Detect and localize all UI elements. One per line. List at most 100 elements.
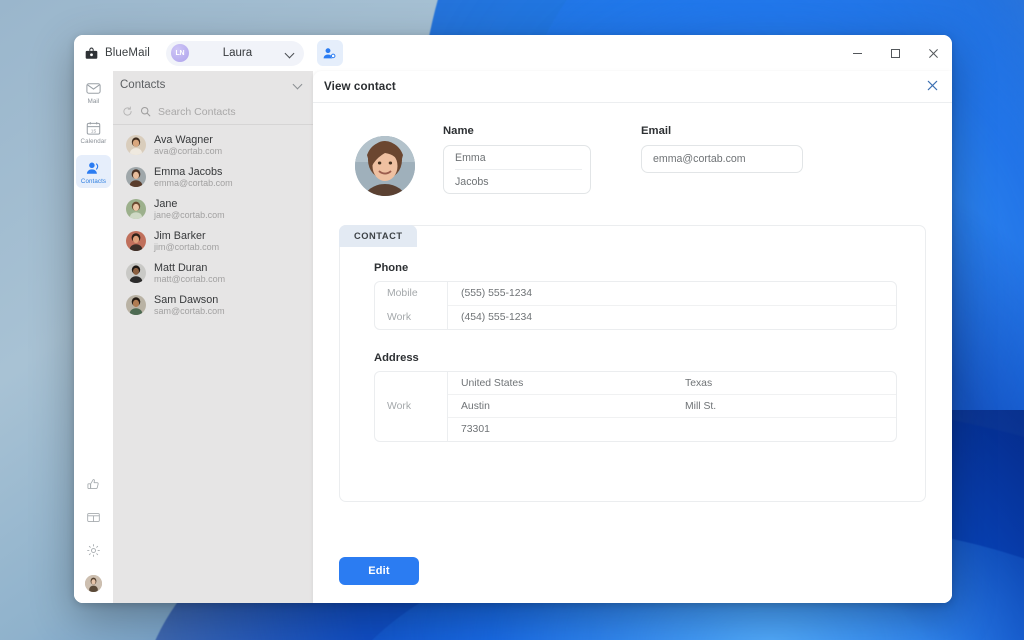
search-input[interactable]: Search Contacts — [158, 106, 236, 118]
list-item-meta: Sam Dawson sam@cortab.com — [154, 294, 225, 317]
address-state[interactable]: Texas — [672, 372, 896, 395]
name-label: Name — [443, 125, 591, 137]
contacts-icon — [85, 160, 102, 177]
rail-thumbs-up-button[interactable] — [76, 471, 111, 497]
contact-name: Jim Barker — [154, 230, 219, 242]
contact-name: Emma Jacobs — [154, 166, 233, 178]
view-contact-body: Name Emma Jacobs Email emma@cortab.com — [313, 103, 952, 539]
gear-icon — [86, 543, 101, 558]
edit-button[interactable]: Edit — [339, 557, 419, 585]
maximize-button[interactable] — [876, 35, 914, 71]
phone-table: Mobile (555) 555-1234 Work (454) 555-123… — [374, 281, 897, 330]
avatar — [126, 263, 146, 283]
contact-details-card: CONTACT Phone Mobile (555) 555-1234 Wo — [339, 225, 926, 502]
rail-news-button[interactable] — [76, 504, 111, 530]
last-name-field[interactable]: Jacobs — [444, 170, 590, 193]
address-city[interactable]: Austin — [448, 395, 672, 418]
view-contact-header: View contact — [313, 71, 952, 103]
contacts-search-row[interactable]: Search Contacts — [113, 99, 313, 125]
name-input-box[interactable]: Emma Jacobs — [443, 145, 591, 194]
avatar — [126, 231, 146, 251]
list-item[interactable]: Ava Wagner ava@cortab.com — [113, 129, 313, 161]
sidebar-item-calendar[interactable]: 15 Calendar — [76, 115, 111, 148]
add-person-icon — [322, 46, 337, 61]
address-street[interactable]: Mill St. — [672, 395, 896, 418]
identity-row: Name Emma Jacobs Email emma@cortab.com — [339, 125, 926, 196]
sidebar-item-calendar-label: Calendar — [81, 138, 107, 145]
phone-value[interactable]: (555) 555-1234 — [448, 282, 896, 305]
add-contact-button[interactable] — [317, 40, 343, 66]
email-field[interactable]: emma@cortab.com — [641, 145, 803, 173]
list-item[interactable]: Sam Dawson sam@cortab.com — [113, 289, 313, 321]
address-section-title: Address — [374, 352, 897, 364]
address-grid-row: 73301 — [448, 418, 896, 441]
svg-text:15: 15 — [91, 128, 97, 134]
list-item[interactable]: Matt Duran matt@cortab.com — [113, 257, 313, 289]
mail-icon — [85, 80, 102, 97]
contacts-list-scroll: Ava Wagner ava@cortab.com Emma Jacobs — [113, 125, 313, 603]
email-field-group: Email emma@cortab.com — [641, 125, 803, 173]
news-icon — [86, 510, 101, 525]
chevron-down-icon[interactable] — [293, 80, 303, 90]
first-name-field[interactable]: Emma — [455, 146, 582, 170]
table-row[interactable]: Mobile (555) 555-1234 — [375, 282, 896, 305]
sidebar-item-mail[interactable]: Mail — [76, 75, 111, 108]
contact-name: Ava Wagner — [154, 134, 222, 146]
account-switcher[interactable]: LN Laura — [166, 41, 304, 66]
address-type-label: Work — [375, 372, 448, 441]
address-table: Work United States Texas Austin — [374, 371, 897, 442]
calendar-icon: 15 — [85, 120, 102, 137]
tab-contact[interactable]: CONTACT — [339, 225, 417, 247]
account-avatar: LN — [171, 44, 189, 62]
close-button[interactable] — [914, 35, 952, 71]
list-item-meta: Emma Jacobs emma@cortab.com — [154, 166, 233, 189]
address-grid-row: United States Texas — [448, 372, 896, 395]
list-item[interactable]: Jane jane@cortab.com — [113, 193, 313, 225]
phone-value[interactable]: (454) 555-1234 — [448, 305, 896, 329]
page-title: View contact — [324, 80, 927, 93]
table-row[interactable]: Work (454) 555-1234 — [375, 305, 896, 329]
list-item[interactable]: Jim Barker jim@cortab.com — [113, 225, 313, 257]
phone-section-title: Phone — [374, 262, 897, 274]
address-empty-cell — [672, 418, 896, 441]
email-label: Email — [641, 125, 803, 137]
rail-settings-button[interactable] — [76, 537, 111, 563]
list-item[interactable]: Emma Jacobs emma@cortab.com — [113, 161, 313, 193]
address-grid-row: Austin Mill St. — [448, 395, 896, 418]
contacts-list-title: Contacts — [120, 79, 293, 91]
account-name: Laura — [196, 47, 279, 59]
contact-email: matt@cortab.com — [154, 274, 225, 285]
list-item-meta: Jim Barker jim@cortab.com — [154, 230, 219, 253]
avatar — [126, 199, 146, 219]
nav-rail: Mail 15 Calendar — [74, 71, 113, 603]
minimize-button[interactable] — [838, 35, 876, 71]
address-grid: United States Texas Austin Mill St. — [448, 372, 896, 441]
title-bar: BlueMail LN Laura — [74, 35, 952, 71]
contact-name: Jane — [154, 198, 225, 210]
contacts-list-panel: Contacts Search Contacts — [113, 71, 313, 603]
avatar — [126, 167, 146, 187]
close-icon[interactable] — [927, 78, 938, 96]
details-tabs: CONTACT — [339, 225, 417, 247]
app-window: BlueMail LN Laura — [74, 35, 952, 603]
sidebar-item-contacts[interactable]: Contacts — [76, 155, 111, 188]
view-contact-footer: Edit — [313, 539, 952, 603]
contact-name: Matt Duran — [154, 262, 225, 274]
search-icon — [140, 106, 151, 117]
avatar — [126, 135, 146, 155]
contact-email: sam@cortab.com — [154, 306, 225, 317]
view-contact-sheet: View contact — [313, 71, 952, 603]
rail-profile-button[interactable] — [76, 570, 111, 596]
app-name: BlueMail — [105, 47, 150, 59]
details-card-inner: Phone Mobile (555) 555-1234 Work (454) 5… — [340, 226, 925, 442]
name-field-group: Name Emma Jacobs — [443, 125, 591, 194]
thumbs-up-icon — [86, 477, 101, 492]
address-country[interactable]: United States — [448, 372, 672, 395]
app-body: Mail 15 Calendar — [74, 71, 952, 603]
avatar — [85, 575, 102, 592]
contact-photo — [355, 136, 415, 196]
address-zip[interactable]: 73301 — [448, 418, 672, 441]
list-item-meta: Matt Duran matt@cortab.com — [154, 262, 225, 285]
refresh-icon[interactable] — [122, 106, 133, 117]
phone-type-label: Mobile — [375, 282, 448, 305]
